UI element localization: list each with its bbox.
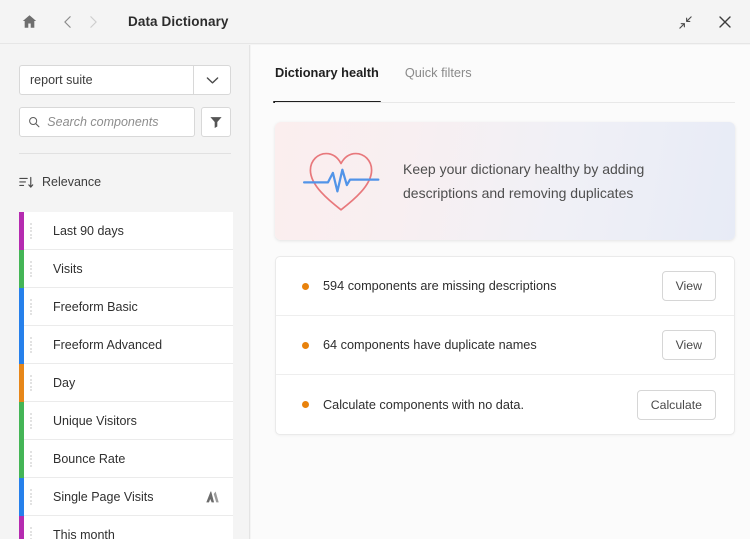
- status-dot-icon: [302, 283, 309, 290]
- chevron-down-icon: [206, 76, 219, 85]
- health-items-card: 594 components are missing descriptionsV…: [275, 256, 735, 435]
- health-item-text: Calculate components with no data.: [323, 398, 637, 412]
- health-item-text: 64 components have duplicate names: [323, 338, 662, 352]
- drag-handle-icon[interactable]: [30, 451, 33, 467]
- close-button[interactable]: [712, 9, 738, 35]
- page-title: Data Dictionary: [128, 14, 229, 29]
- drag-handle-icon[interactable]: [30, 375, 33, 391]
- data-dictionary-window: Data Dictionary report suite: [0, 0, 750, 539]
- list-item[interactable]: Freeform Advanced: [19, 326, 233, 364]
- sort-label: Relevance: [42, 175, 101, 189]
- component-color-bar: [19, 326, 24, 364]
- component-label: Bounce Rate: [53, 452, 125, 466]
- component-color-bar: [19, 212, 24, 250]
- drag-handle-icon[interactable]: [30, 261, 33, 277]
- back-button[interactable]: [56, 9, 78, 35]
- tab-quick-filters[interactable]: Quick filters: [405, 65, 472, 103]
- filter-button[interactable]: [201, 107, 231, 137]
- adobe-analytics-icon: [205, 490, 219, 504]
- component-label: Single Page Visits: [53, 490, 154, 504]
- component-color-bar: [19, 440, 24, 478]
- list-item[interactable]: Unique Visitors: [19, 402, 233, 440]
- search-input[interactable]: [47, 115, 186, 129]
- health-item-row: 64 components have duplicate namesView: [276, 316, 734, 375]
- minimize-button[interactable]: [672, 9, 698, 35]
- list-item[interactable]: Bounce Rate: [19, 440, 233, 478]
- drag-handle-icon[interactable]: [30, 223, 33, 239]
- tab-dictionary-health[interactable]: Dictionary health: [275, 65, 379, 103]
- heart-pulse-icon: [301, 144, 381, 218]
- list-item[interactable]: Visits: [19, 250, 233, 288]
- search-icon: [28, 115, 40, 129]
- report-suite-dropdown-button[interactable]: [193, 65, 231, 95]
- health-item-action-button[interactable]: View: [662, 330, 716, 360]
- component-color-bar: [19, 478, 24, 516]
- health-item-text: 594 components are missing descriptions: [323, 279, 662, 293]
- list-item[interactable]: Freeform Basic: [19, 288, 233, 326]
- forward-button[interactable]: [82, 9, 104, 35]
- component-list: Last 90 days Visits Freeform Basic Freeform…: [19, 212, 233, 539]
- sidebar: report suite: [0, 45, 250, 539]
- main-panel: Dictionary health Quick filters Keep your…: [251, 45, 750, 539]
- home-button[interactable]: [14, 7, 44, 37]
- component-color-bar: [19, 288, 24, 326]
- drag-handle-icon[interactable]: [30, 337, 33, 353]
- collapse-diagonal-icon: [678, 15, 693, 30]
- sort-descending-icon: [19, 176, 34, 189]
- component-label: Freeform Advanced: [53, 338, 162, 352]
- search-row: [19, 107, 231, 137]
- close-icon: [717, 14, 733, 30]
- window-controls: [672, 0, 738, 44]
- component-color-bar: [19, 402, 24, 440]
- list-item[interactable]: Single Page Visits: [19, 478, 233, 516]
- health-item-action-button[interactable]: View: [662, 271, 716, 301]
- banner-text: Keep your dictionary healthy by adding d…: [403, 157, 709, 205]
- list-item[interactable]: Last 90 days: [19, 212, 233, 250]
- drag-handle-icon[interactable]: [30, 527, 33, 539]
- nav-arrows: [56, 9, 104, 35]
- health-item-action-button[interactable]: Calculate: [637, 390, 716, 420]
- component-color-bar: [19, 364, 24, 402]
- component-label: Freeform Basic: [53, 300, 138, 314]
- health-item-row: 594 components are missing descriptionsV…: [276, 257, 734, 316]
- component-color-bar: [19, 516, 24, 539]
- window-header: Data Dictionary: [0, 0, 750, 44]
- component-label: This month: [53, 528, 115, 539]
- sort-control[interactable]: Relevance: [19, 171, 101, 193]
- list-item[interactable]: This month: [19, 516, 233, 539]
- component-label: Day: [53, 376, 75, 390]
- tab-bar-underline: [275, 102, 735, 103]
- report-suite-selector[interactable]: report suite: [19, 65, 231, 95]
- status-dot-icon: [302, 342, 309, 349]
- search-components-field[interactable]: [19, 107, 195, 137]
- drag-handle-icon[interactable]: [30, 489, 33, 505]
- component-label: Last 90 days: [53, 224, 124, 238]
- component-label: Unique Visitors: [53, 414, 137, 428]
- chevron-left-icon: [62, 15, 73, 29]
- report-suite-value[interactable]: report suite: [19, 65, 193, 95]
- component-color-bar: [19, 250, 24, 288]
- drag-handle-icon[interactable]: [30, 413, 33, 429]
- dictionary-health-banner: Keep your dictionary healthy by adding d…: [275, 122, 735, 240]
- tab-bar: Dictionary health Quick filters: [275, 65, 472, 103]
- health-item-row: Calculate components with no data.Calcul…: [276, 375, 734, 434]
- drag-handle-icon[interactable]: [30, 299, 33, 315]
- status-dot-icon: [302, 401, 309, 408]
- list-item[interactable]: Day: [19, 364, 233, 402]
- sidebar-divider: [19, 153, 231, 154]
- home-icon: [21, 13, 38, 30]
- chevron-right-icon: [88, 15, 99, 29]
- component-label: Visits: [53, 262, 83, 276]
- filter-icon: [209, 115, 223, 129]
